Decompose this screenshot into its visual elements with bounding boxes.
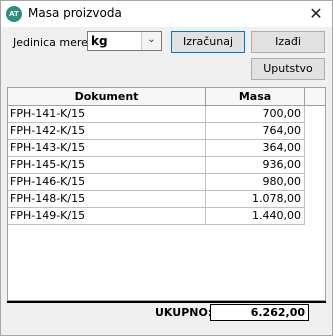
- column-header-mass[interactable]: Masa: [206, 88, 305, 105]
- title-bar: AT Masa proizvoda ✕: [1, 1, 332, 27]
- cell-mass: 364,00: [206, 140, 305, 157]
- total-value: 6.262,00: [210, 304, 309, 321]
- table-header: Dokument Masa: [8, 88, 325, 106]
- help-button[interactable]: Uputstvo: [251, 58, 325, 80]
- cell-document: FPH-145-K/15: [8, 157, 206, 174]
- cell-document: FPH-146-K/15: [8, 174, 206, 191]
- table-row[interactable]: FPH-146-K/15 980,00: [8, 174, 305, 191]
- total-label: UKUPNO:: [155, 306, 213, 319]
- table-row[interactable]: FPH-148-K/15 1.078,00: [8, 191, 305, 208]
- table-row[interactable]: FPH-145-K/15 936,00: [8, 157, 305, 174]
- column-header-document[interactable]: Dokument: [8, 88, 206, 105]
- calculate-button[interactable]: Izračunaj: [171, 31, 245, 53]
- cell-mass: 1.440,00: [206, 208, 305, 225]
- window-title: Masa proizvoda: [28, 6, 122, 20]
- cell-mass: 936,00: [206, 157, 305, 174]
- exit-button[interactable]: Izađi: [251, 31, 325, 53]
- app-logo-icon: AT: [6, 6, 22, 22]
- app-window: AT Masa proizvoda ✕ Jedinica mere: kg ⌄ …: [0, 0, 333, 336]
- unit-select-value: kg: [91, 34, 108, 48]
- chevron-down-icon[interactable]: ⌄: [141, 32, 161, 50]
- table-row[interactable]: FPH-149-K/15 1.440,00: [8, 208, 305, 225]
- cell-mass: 764,00: [206, 123, 305, 140]
- cell-document: FPH-149-K/15: [8, 208, 206, 225]
- unit-label: Jedinica mere:: [13, 36, 92, 49]
- mass-table: Dokument Masa FPH-141-K/15 700,00 FPH-142-…: [7, 87, 326, 301]
- cell-mass: 700,00: [206, 106, 305, 123]
- cell-document: FPH-141-K/15: [8, 106, 206, 123]
- table-body: FPH-141-K/15 700,00 FPH-142-K/15 764,00 FPH-…: [8, 106, 305, 225]
- cell-document: FPH-142-K/15: [8, 123, 206, 140]
- unit-select[interactable]: kg ⌄: [87, 31, 162, 51]
- cell-document: FPH-143-K/15: [8, 140, 206, 157]
- table-footer: UKUPNO: 6.262,00: [7, 303, 326, 321]
- table-row[interactable]: FPH-142-K/15 764,00: [8, 123, 305, 140]
- close-icon[interactable]: ✕: [306, 4, 326, 24]
- cell-mass: 980,00: [206, 174, 305, 191]
- cell-document: FPH-148-K/15: [8, 191, 206, 208]
- cell-mass: 1.078,00: [206, 191, 305, 208]
- table-row[interactable]: FPH-141-K/15 700,00: [8, 106, 305, 123]
- table-row[interactable]: FPH-143-K/15 364,00: [8, 140, 305, 157]
